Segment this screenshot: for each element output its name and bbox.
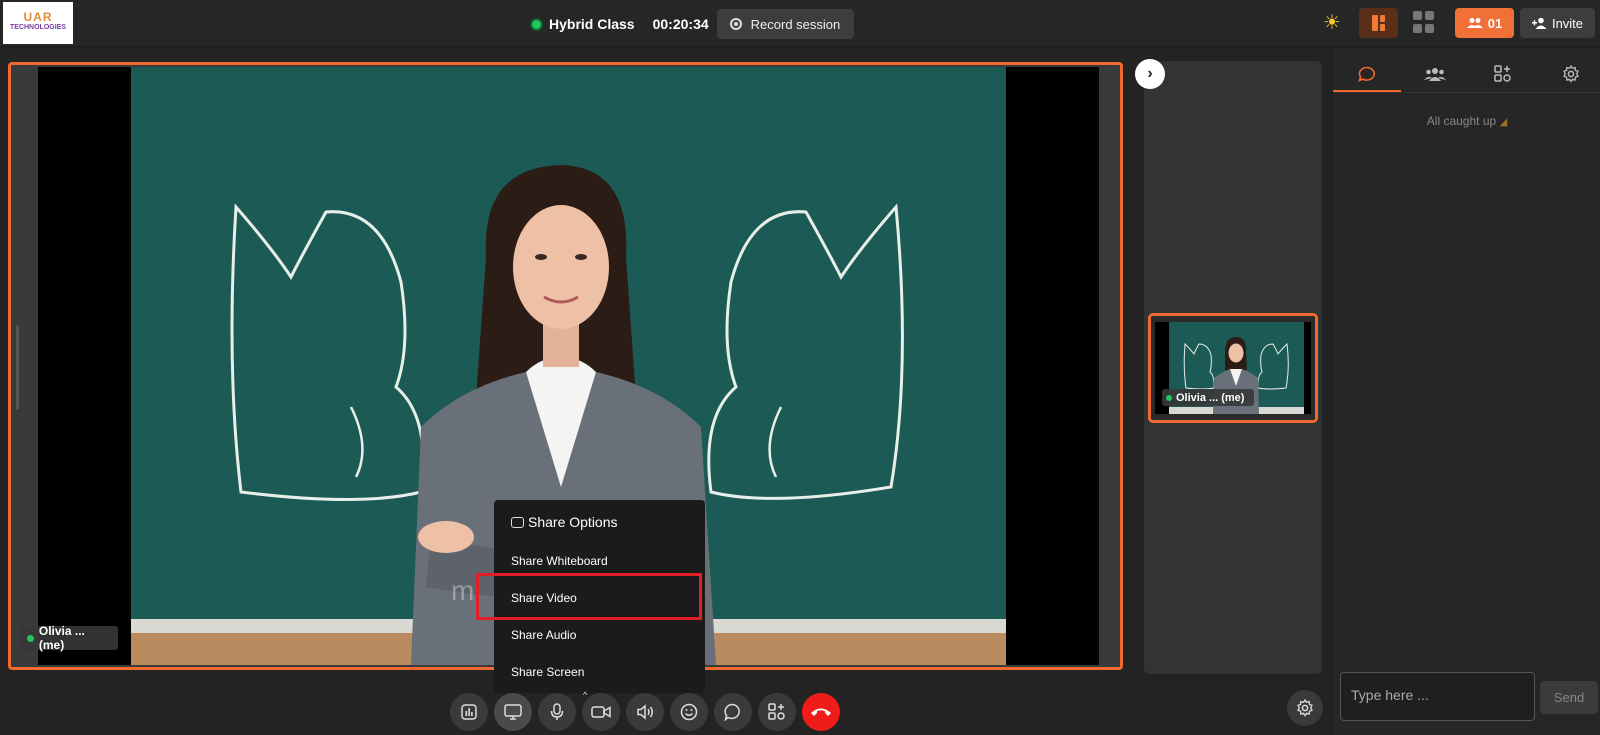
chevron-right-icon: ›: [1147, 65, 1153, 82]
microphone-button[interactable]: [538, 693, 576, 731]
online-status-icon: [1166, 394, 1172, 401]
gear-icon: [1563, 65, 1579, 83]
share-options-header: Share Options: [511, 514, 618, 530]
logo-text: UAR: [23, 10, 53, 24]
company-logo: UAR TECHNOLOGIES: [3, 2, 73, 44]
speaker-button[interactable]: [626, 693, 664, 731]
apps-button[interactable]: [758, 693, 796, 731]
share-screen-icon: [504, 704, 522, 720]
layout-speaker-button[interactable]: [1359, 8, 1398, 38]
class-title: Hybrid Class: [549, 16, 635, 32]
participants-icon: [1424, 68, 1446, 81]
participant-thumbnail[interactable]: Olivia ... (me): [1148, 313, 1318, 423]
chat-input[interactable]: Type here ...: [1340, 672, 1535, 721]
logo-subtext: TECHNOLOGIES: [9, 24, 66, 31]
end-call-button[interactable]: [802, 693, 840, 731]
record-session-button[interactable]: Record session: [716, 9, 855, 39]
share-options-title: Share Options: [528, 514, 618, 530]
participants-count: 01: [1487, 15, 1503, 31]
speaker-icon: [637, 704, 653, 720]
apps-icon: [1494, 65, 1511, 82]
share-screen-button[interactable]: [494, 693, 532, 731]
emoji-button[interactable]: [670, 693, 708, 731]
add-user-icon: [1531, 17, 1547, 29]
emoji-icon: [680, 703, 698, 721]
collapse-strip-button[interactable]: ›: [1135, 59, 1165, 89]
end-call-icon: [811, 708, 831, 716]
poll-icon: [461, 704, 477, 720]
participant-name: Olivia ... (me): [38, 624, 85, 652]
chat-status-text: All caught up: [1426, 114, 1497, 128]
share-options-icon: [511, 516, 524, 528]
share-screen-item[interactable]: Share Screen: [511, 665, 584, 679]
share-video-highlight: [476, 573, 702, 620]
participants-button[interactable]: 01: [1455, 8, 1514, 38]
microphone-icon: [550, 703, 564, 720]
session-info: Hybrid Class 00:20:34 Record session: [530, 9, 855, 39]
share-audio-item[interactable]: Share Audio: [511, 628, 576, 642]
tab-settings[interactable]: [1537, 59, 1600, 89]
theme-toggle-sun-icon[interactable]: ☀: [1323, 11, 1341, 35]
camera-icon: [591, 706, 611, 718]
chat-status: All caught up ◢: [1333, 114, 1600, 128]
apps-icon: [768, 703, 785, 720]
active-tab-indicator: [1333, 90, 1401, 92]
side-panel: All caught up ◢ Type here ... Send: [1332, 48, 1600, 735]
online-status-icon: [27, 634, 34, 642]
top-bar: UAR TECHNOLOGIES Hybrid Class 00:20:34 R…: [0, 0, 1600, 47]
tab-participants[interactable]: [1401, 59, 1469, 89]
participant-name-label: Olivia ... (me): [21, 624, 118, 652]
live-status-icon: [530, 17, 543, 31]
thumbnail-name-label: Olivia ... (me): [1162, 389, 1254, 406]
settings-button[interactable]: [1287, 690, 1323, 726]
gear-icon: [1297, 699, 1313, 717]
session-timer: 00:20:34: [652, 16, 709, 32]
resize-handle[interactable]: [16, 325, 19, 410]
chat-icon: [1358, 66, 1375, 82]
party-icon: ◢: [1499, 117, 1508, 128]
tab-divider: [1333, 92, 1600, 93]
invite-label: Invite: [1551, 15, 1584, 31]
share-whiteboard-item[interactable]: Share Whiteboard: [511, 554, 608, 568]
invite-button[interactable]: Invite: [1520, 8, 1595, 38]
camera-button[interactable]: [582, 693, 620, 731]
poll-button[interactable]: [450, 693, 488, 731]
record-session-label: Record session: [750, 16, 841, 32]
tab-apps[interactable]: [1469, 59, 1537, 89]
send-button[interactable]: Send: [1540, 681, 1598, 714]
record-icon: [729, 18, 742, 30]
thumbnail-participant-name: Olivia ... (me): [1176, 391, 1245, 404]
tab-chat[interactable]: [1333, 59, 1401, 89]
participants-icon: [1466, 18, 1483, 28]
chat-icon: [724, 703, 740, 721]
chat-button[interactable]: [714, 693, 752, 731]
layout-grid-button[interactable]: [1413, 11, 1435, 33]
